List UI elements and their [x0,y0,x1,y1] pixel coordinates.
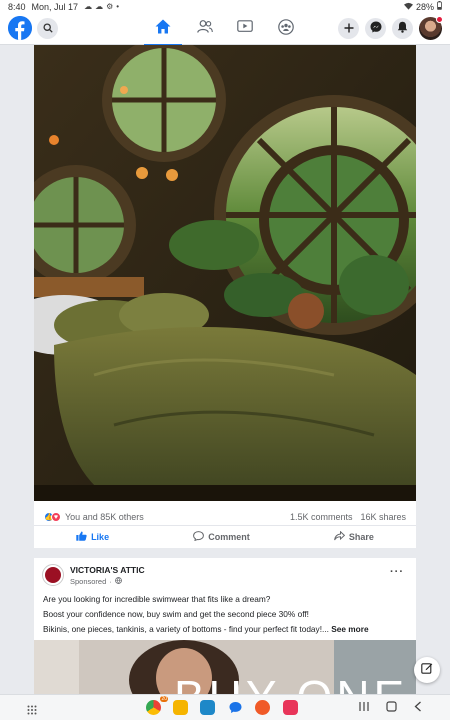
system-navigation-bar: 20 [0,694,450,720]
notifications-button[interactable] [392,18,413,39]
search-icon [42,20,53,38]
share-icon [333,530,346,543]
more-options-icon[interactable]: ··· [390,566,404,578]
love-reaction-icon: ♥ [51,512,61,522]
dot-icon: • [116,2,120,11]
reactions-summary[interactable]: 👍 ♥ You and 85K others 1.5K comments 16K… [34,508,416,526]
ad-image[interactable]: BUY ONE [34,640,416,694]
compose-icon [421,661,433,679]
notification-badge: 20 [160,696,168,702]
watch-icon [237,20,253,38]
messenger-icon [370,20,382,38]
globe-icon [114,577,122,586]
tab-groups[interactable] [273,16,299,42]
post-actions: Like Comment Share [34,525,416,547]
battery-percent: 28% [415,1,434,12]
status-time: 8:40 [8,1,26,12]
reaction-icons: 👍 ♥ [44,512,61,522]
tab-friends[interactable] [192,16,218,42]
comment-button[interactable]: Comment [193,530,250,543]
messenger-button[interactable] [365,18,386,39]
profile-avatar[interactable] [419,16,443,40]
sponsored-post-header: VICTORIA'S ATTIC Sponsored · ··· [42,564,408,588]
search-button[interactable] [37,18,58,39]
messages-app-icon[interactable] [228,700,243,715]
wifi-icon [403,2,413,12]
friends-icon [197,20,213,38]
sponsored-subtitle: Sponsored · [70,577,122,586]
like-button[interactable]: Like [76,531,109,543]
advertiser-avatar[interactable] [42,564,64,586]
contacts-app-icon[interactable] [255,700,270,715]
notification-dot [436,16,443,23]
ad-text-line-3: Bikinis, one pieces, tankinis, a variety… [43,624,409,634]
status-date: Mon, Jul 17 [31,1,79,12]
ad-text-line-2: Boost your confidence now, buy swim and … [43,609,309,619]
post-image[interactable] [34,45,416,501]
create-button[interactable] [338,18,359,39]
share-label: Share [348,531,374,542]
feed-post: 👍 ♥ You and 85K others 1.5K comments 16K… [34,45,416,548]
status-bar: 8:40 Mon, Jul 17 ☁ ☁ ⚙ • 28% [0,0,450,13]
share-button[interactable]: Share [333,530,374,543]
advertiser-name[interactable]: VICTORIA'S ATTIC [70,565,145,575]
tab-watch[interactable] [232,16,258,42]
compose-button[interactable] [414,657,440,683]
shares-count[interactable]: 16K shares [360,512,406,522]
chrome-app-icon[interactable]: 20 [146,696,168,715]
see-more-link[interactable]: See more [331,624,368,634]
ad-text-line-3-body: Bikinis, one pieces, tankinis, a variety… [43,624,329,634]
app-drawer-icon[interactable] [27,702,37,720]
ad-overlay-text: BUY ONE [174,670,408,694]
facebook-logo[interactable] [8,16,32,40]
home-icon [155,19,171,39]
recent-apps-icon[interactable] [359,701,369,715]
media-app-icon[interactable] [283,700,298,715]
calendar-app-icon[interactable] [200,700,215,715]
sponsored-label: Sponsored [70,577,107,586]
comment-icon [193,530,205,543]
battery-icon [437,1,442,12]
comments-count[interactable]: 1.5K comments [290,512,353,522]
ad-text-line-1: Are you looking for incredible swimwear … [43,594,271,604]
cloud-icon: ☁ [84,2,93,11]
home-system-icon[interactable] [386,701,397,715]
notifications-icon [397,20,408,38]
comment-label: Comment [208,531,250,542]
settings-icon: ⚙ [106,2,114,11]
back-icon[interactable] [414,701,422,715]
sponsored-post: VICTORIA'S ATTIC Sponsored · ··· Are you… [34,558,416,694]
reactions-count: You and 85K others [65,512,144,522]
advertiser-logo [45,567,61,583]
groups-icon [278,18,294,40]
thumbs-up-icon [76,531,87,543]
files-app-icon[interactable] [173,700,188,715]
top-navigation-bar [0,13,450,46]
status-notification-icons: ☁ ☁ ⚙ • [84,2,119,11]
tab-home[interactable] [144,16,182,46]
like-label: Like [91,531,110,542]
cloud-icon: ☁ [95,2,104,11]
plus-icon [344,20,354,38]
